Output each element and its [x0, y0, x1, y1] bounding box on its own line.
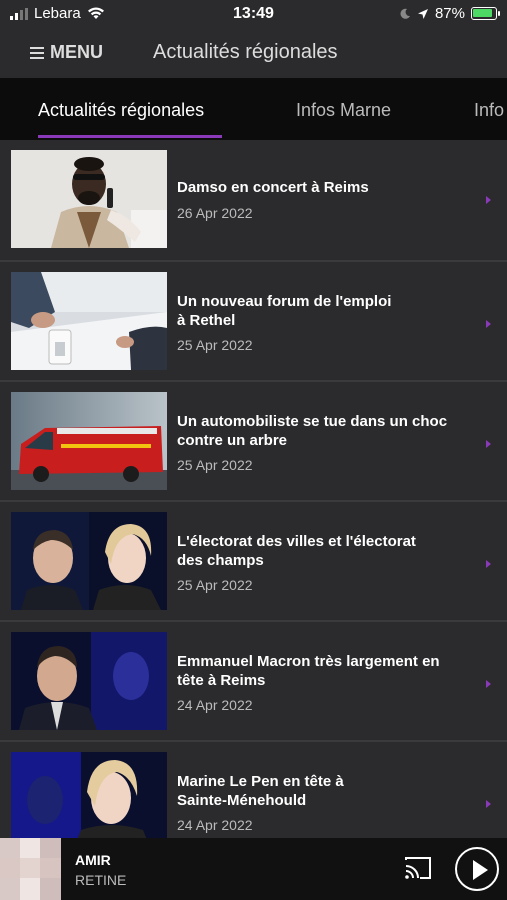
status-bar: Lebara 13:49 87% [0, 0, 507, 28]
candidates-thumbnail [11, 512, 167, 610]
album-art [0, 838, 61, 900]
article-date: 24 Apr 2022 [177, 817, 253, 833]
article-title-line: tête à Reims [177, 672, 266, 689]
app-header: MENU Actualités régionales [0, 28, 507, 78]
chevron-right-icon [486, 440, 491, 448]
article-item[interactable]: Un nouveau forum de l'emploi à Rethel 25… [0, 260, 507, 380]
chevron-right-icon [486, 680, 491, 688]
article-title-line: L'électorat des villes et l'électorat [177, 533, 416, 550]
artist-portrait-thumbnail [11, 150, 167, 248]
chevron-right-icon [486, 320, 491, 328]
article-date: 25 Apr 2022 [177, 457, 253, 473]
player-track: RETINE [75, 872, 127, 888]
tab-info[interactable]: Info [474, 100, 504, 121]
menu-label: MENU [50, 42, 103, 62]
article-date: 26 Apr 2022 [177, 205, 253, 221]
chevron-right-icon [486, 196, 491, 204]
fire-truck-thumbnail [11, 392, 167, 490]
status-right: 87% [399, 5, 500, 22]
article-date: 24 Apr 2022 [177, 697, 253, 713]
article-title-line: Un automobiliste se tue dans un choc [177, 413, 448, 430]
article-title-line: Sainte-Ménehould [177, 792, 307, 809]
article-title: Marine Le Pen en tête à Sainte-Ménehould [177, 772, 477, 810]
article-title-line: à Rethel [177, 312, 236, 329]
location-arrow-icon [417, 8, 428, 19]
article-date: 25 Apr 2022 [177, 577, 253, 593]
article-title: Un automobiliste se tue dans un choc con… [177, 412, 477, 450]
battery-charging-icon [471, 7, 500, 20]
chevron-right-icon [486, 800, 491, 808]
article-title: Damso en concert à Reims [177, 178, 477, 197]
article-title-line: Emmanuel Macron très largement en [177, 653, 440, 670]
category-tabs: Actualités régionales Infos Marne Info [0, 78, 507, 140]
tab-actualites-regionales[interactable]: Actualités régionales [38, 100, 204, 121]
menu-button[interactable]: MENU [30, 42, 103, 63]
active-tab-indicator [38, 135, 222, 138]
article-title: Emmanuel Macron très largement en tête à… [177, 652, 477, 690]
job-interview-thumbnail [11, 272, 167, 370]
article-title: L'électorat des villes et l'électorat de… [177, 532, 477, 570]
article-title-line: des champs [177, 552, 264, 569]
article-title-line: Un nouveau forum de l'emploi [177, 293, 392, 310]
macron-thumbnail [11, 632, 167, 730]
moon-icon [400, 8, 410, 19]
battery-percentage: 87% [434, 5, 465, 22]
article-date: 25 Apr 2022 [177, 337, 253, 353]
article-item[interactable]: Emmanuel Macron très largement en tête à… [0, 620, 507, 740]
cast-icon[interactable] [404, 856, 432, 880]
article-title-line: Marine Le Pen en tête à [177, 773, 344, 790]
play-button[interactable] [455, 847, 499, 891]
hamburger-icon [30, 46, 44, 59]
article-item[interactable]: L'électorat des villes et l'électorat de… [0, 500, 507, 620]
chevron-right-icon [486, 560, 491, 568]
article-item[interactable]: Un automobiliste se tue dans un choc con… [0, 380, 507, 500]
article-list: Damso en concert à Reims 26 Apr 2022 Un … [0, 140, 507, 860]
page-title: Actualités régionales [153, 41, 338, 63]
article-title-line: Damso en concert à Reims [177, 179, 369, 196]
le-pen-thumbnail [11, 752, 167, 850]
tab-infos-marne[interactable]: Infos Marne [296, 100, 391, 121]
player-artist: AMIR [75, 852, 111, 868]
article-item[interactable]: Damso en concert à Reims 26 Apr 2022 [0, 140, 507, 260]
article-title: Un nouveau forum de l'emploi à Rethel [177, 292, 477, 330]
mini-player[interactable]: AMIR RETINE [0, 838, 507, 900]
article-title-line: contre un arbre [177, 432, 288, 449]
